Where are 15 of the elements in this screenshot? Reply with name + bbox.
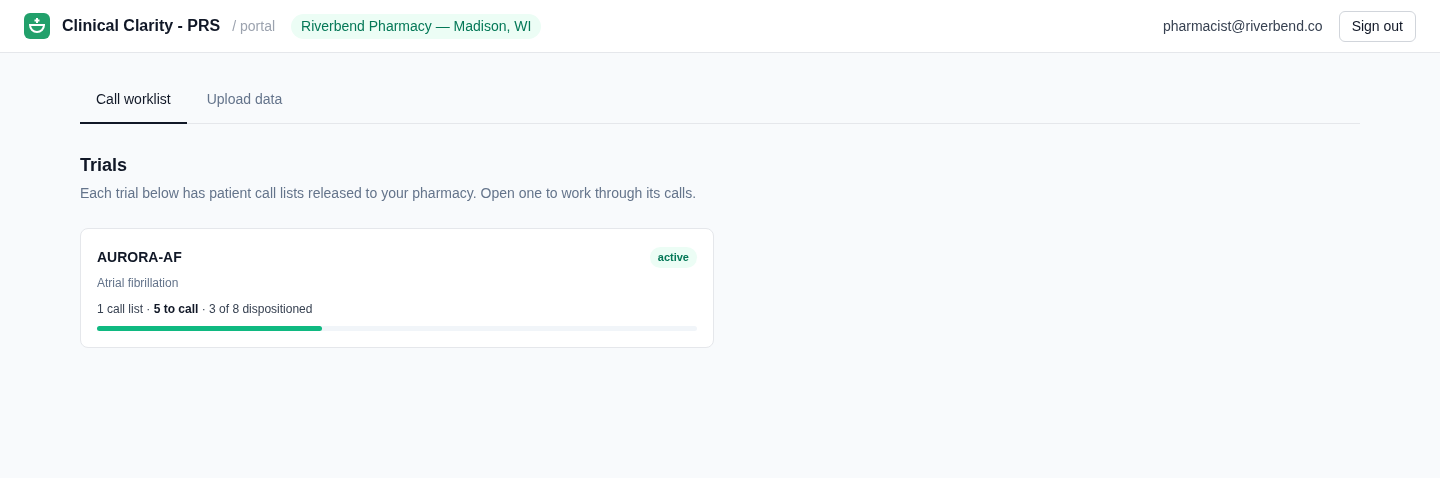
tab[interactable]: Call worklist bbox=[80, 89, 187, 124]
trial-condition: Atrial fibrillation bbox=[97, 275, 180, 292]
section-heading: Trials bbox=[80, 154, 129, 177]
user-email: pharmacist@riverbend.co bbox=[1162, 16, 1323, 36]
trial-card[interactable]: AURORA-AF active Atrial fibrillation 1 call list · 5 to call · 3 of 8 dispositioned bbox=[80, 228, 714, 348]
tab[interactable]: Upload data bbox=[186, 89, 303, 124]
sign-out-button[interactable]: Sign out bbox=[1338, 10, 1416, 42]
trial-name: AURORA-AF bbox=[97, 248, 182, 267]
section-description: Each trial below has patient call lists released to your pharmacy. Open one to work through its calls. bbox=[80, 184, 698, 203]
app-title: Clinical Clarity - PRS bbox=[62, 16, 221, 36]
pharmacy-badge: Riverbend Pharmacy — Madison, WI bbox=[291, 13, 542, 39]
section-label: / portal bbox=[232, 16, 276, 36]
trial-summary: 1 call list · 5 to call · 3 of 8 dispositioned bbox=[97, 301, 314, 318]
status-badge: active bbox=[649, 247, 697, 268]
logo-icon bbox=[24, 13, 50, 39]
